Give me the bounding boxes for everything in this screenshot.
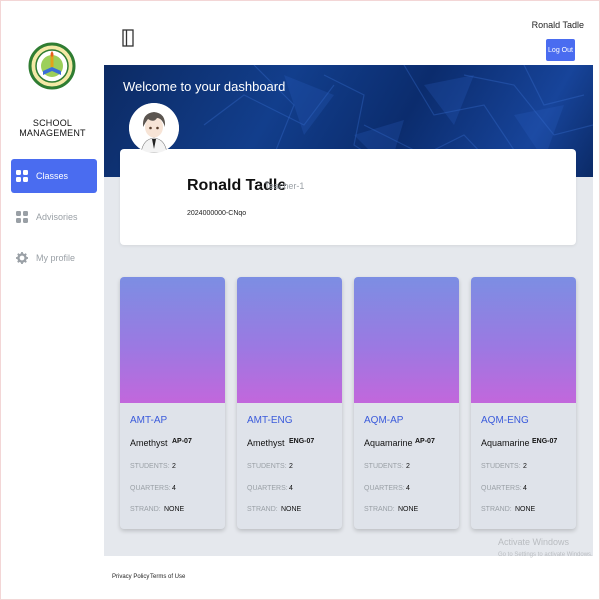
students-label: STUDENTS: xyxy=(247,463,287,470)
main-content: Welcome to your dashboard Ronald Tadle -… xyxy=(104,65,593,556)
strand-label: STRAND: xyxy=(247,506,278,513)
students-count: 2 xyxy=(406,463,410,470)
students-count: 2 xyxy=(289,463,293,470)
class-card[interactable]: AMT-ENG Amethyst ENG-07 STUDENTS: 2 QUAR… xyxy=(237,277,342,529)
gear-icon xyxy=(16,252,28,264)
students-label: STUDENTS: xyxy=(364,463,404,470)
class-code-link[interactable]: AMT-AP xyxy=(130,415,167,426)
class-code-link[interactable]: AMT-ENG xyxy=(247,415,293,426)
students-label: STUDENTS: xyxy=(130,463,170,470)
terms-of-use-link[interactable]: Terms of Use xyxy=(150,574,185,580)
strand-value: NONE xyxy=(398,506,419,513)
avatar xyxy=(129,103,179,153)
grid-icon xyxy=(16,170,28,182)
logout-button[interactable]: Log Out xyxy=(546,39,575,61)
class-cover-image xyxy=(237,277,342,403)
sidebar-nav: Classes Advisories My profile xyxy=(11,159,97,282)
class-cover-image xyxy=(471,277,576,403)
class-cover-image xyxy=(120,277,225,403)
quarters-count: 4 xyxy=(406,485,410,492)
strand-label: STRAND: xyxy=(130,506,161,513)
watermark-title: Activate Windows xyxy=(498,537,570,547)
grid-icon xyxy=(16,211,28,223)
header-user-name: Ronald Tadle xyxy=(531,20,584,30)
class-card[interactable]: AQM-ENG Aquamarine ENG-07 STUDENTS: 2 QU… xyxy=(471,277,576,529)
quarters-count: 4 xyxy=(289,485,293,492)
sidebar-item-label: Advisories xyxy=(36,212,78,222)
students-count: 2 xyxy=(172,463,176,470)
strand-value: NONE xyxy=(281,506,302,513)
quarters-label: QUARTERS: xyxy=(481,485,522,492)
quarters-label: QUARTERS: xyxy=(364,485,405,492)
class-code-link[interactable]: AQM-AP xyxy=(364,415,403,426)
quarters-label: QUARTERS: xyxy=(130,485,171,492)
class-subject: AP-07 xyxy=(172,438,192,445)
sidebar-item-my-profile[interactable]: My profile xyxy=(11,241,97,275)
class-card[interactable]: AMT-AP Amethyst AP-07 STUDENTS: 2 QUARTE… xyxy=(120,277,225,529)
students-count: 2 xyxy=(523,463,527,470)
class-card[interactable]: AQM-AP Aquamarine AP-07 STUDENTS: 2 QUAR… xyxy=(354,277,459,529)
privacy-policy-link[interactable]: Privacy Policy xyxy=(112,574,149,580)
sidebar: SCHOOL MANAGEMENT Classes Advisories My … xyxy=(1,1,104,598)
sidebar-item-label: Classes xyxy=(36,171,69,181)
sidebar-item-classes[interactable]: Classes xyxy=(11,159,97,193)
students-label: STUDENTS: xyxy=(481,463,521,470)
class-subject: ENG-07 xyxy=(289,438,315,445)
quarters-label: QUARTERS: xyxy=(247,485,288,492)
profile-role: - Teacher-1 xyxy=(259,181,305,191)
strand-value: NONE xyxy=(164,506,185,513)
school-logo xyxy=(27,11,77,109)
sidebar-item-advisories[interactable]: Advisories xyxy=(11,200,97,234)
class-section: Amethyst xyxy=(247,438,285,448)
sidebar-toggle-icon[interactable] xyxy=(122,29,134,47)
class-section: Aquamarine xyxy=(364,438,413,448)
class-subject: ENG-07 xyxy=(532,438,558,445)
activate-windows-watermark: Activate Windows Go to Settings to activ… xyxy=(498,537,593,558)
class-section: Amethyst xyxy=(130,438,168,448)
class-subject: AP-07 xyxy=(415,438,435,445)
sidebar-item-label: My profile xyxy=(36,253,76,263)
strand-label: STRAND: xyxy=(364,506,395,513)
class-section: Aquamarine xyxy=(481,438,530,448)
class-cover-image xyxy=(354,277,459,403)
profile-card xyxy=(120,149,576,245)
welcome-heading: Welcome to your dashboard xyxy=(123,79,286,94)
strand-value: NONE xyxy=(515,506,536,513)
strand-label: STRAND: xyxy=(481,506,512,513)
top-bar: Ronald Tadle Log Out xyxy=(104,1,599,65)
class-code-link[interactable]: AQM-ENG xyxy=(481,415,529,426)
profile-id: 2024000000-CNqo xyxy=(187,210,247,217)
brand-name: SCHOOL MANAGEMENT xyxy=(19,118,86,138)
watermark-subtitle: Go to Settings to activate Windows. xyxy=(498,552,593,558)
quarters-count: 4 xyxy=(172,485,176,492)
quarters-count: 4 xyxy=(523,485,527,492)
